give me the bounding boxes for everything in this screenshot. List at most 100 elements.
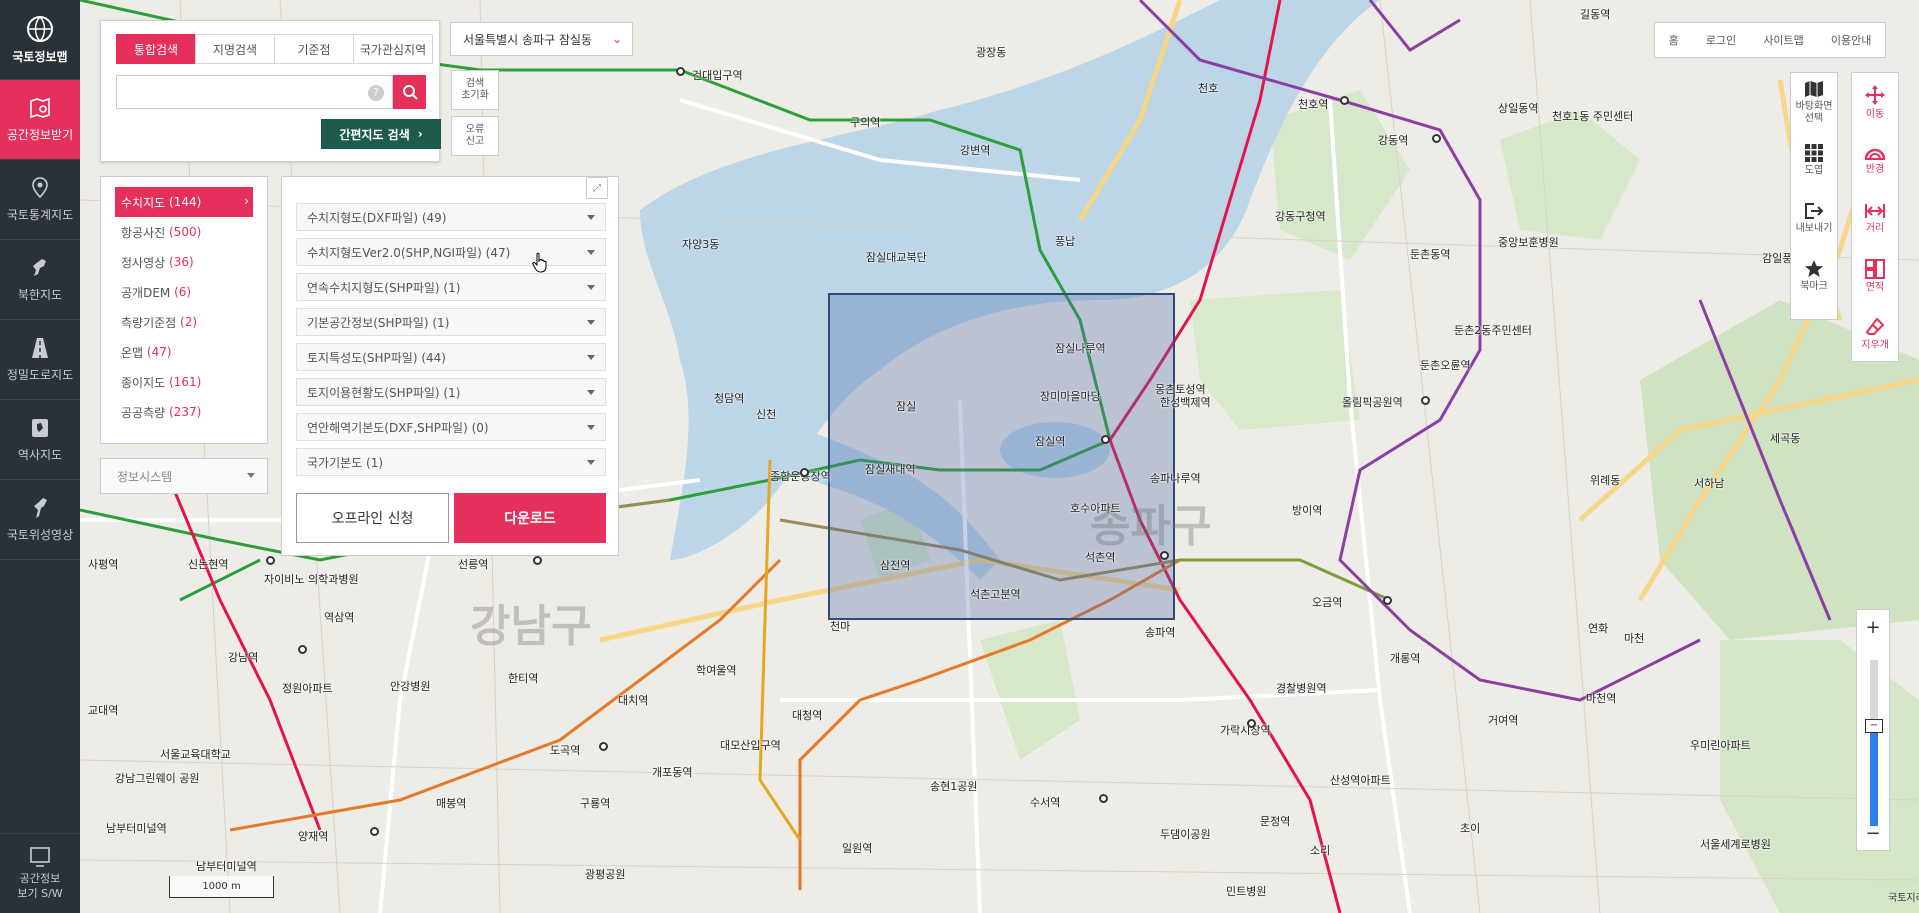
bookmark-button[interactable]: 북마크: [1791, 247, 1837, 305]
nav-item-precise-road-map[interactable]: 정밀도로지도: [0, 320, 80, 400]
file-row[interactable]: 국가기본도 (1): [296, 448, 606, 476]
satellite-icon: [34, 498, 47, 518]
category-item-aerial-photo[interactable]: 항공사진 (500): [115, 217, 253, 247]
tool-label: 지우개: [1861, 339, 1889, 351]
search-input[interactable]: ?: [116, 75, 393, 109]
place-label: 민트병원: [1226, 885, 1267, 898]
category-item-public-dem[interactable]: 공개DEM (6): [115, 277, 253, 307]
area-button[interactable]: 면적: [1852, 247, 1898, 305]
place-label: 장미마을마당: [1040, 390, 1101, 403]
radius-button[interactable]: 반경: [1852, 131, 1898, 189]
move-button[interactable]: 이동: [1852, 73, 1898, 131]
expand-icon[interactable]: ⤢: [586, 177, 608, 199]
tool-label: 이동: [1865, 108, 1885, 120]
region-select[interactable]: 서울특별시 송파구 잠실동 ⌄: [450, 22, 633, 56]
error-report-button[interactable]: 오류 신고: [451, 116, 499, 156]
place-label: 마천: [1624, 632, 1645, 645]
category-item-ortho-image[interactable]: 정사영상 (36): [115, 247, 253, 277]
globe-icon: [27, 16, 53, 42]
place-label: 우미린아파트: [1690, 739, 1751, 752]
category-name: 종이지도: [121, 375, 166, 390]
place-label: 강남그린웨이 공원: [115, 772, 200, 785]
brand-label: 국토정보맵: [12, 50, 68, 64]
file-row[interactable]: 연속수치지형도(SHP파일) (1): [296, 273, 606, 301]
zoom-in-button[interactable]: +: [1857, 610, 1889, 644]
file-row[interactable]: 수치지형도(DXF파일) (49): [296, 203, 606, 231]
nav-item-north-korea-map[interactable]: 북한지도: [0, 240, 80, 320]
category-item-onmap[interactable]: 온맵 (47): [115, 337, 253, 367]
search-reset-label: 검색 초기화: [461, 78, 489, 101]
nav-item-spatial-download[interactable]: 공간정보받기: [0, 80, 80, 160]
search-reset-button[interactable]: 검색 초기화: [451, 70, 499, 110]
tab-reference-point[interactable]: 기준점: [274, 34, 354, 64]
eraser-button[interactable]: 지우개: [1852, 305, 1898, 363]
offline-request-button[interactable]: 오프라인 신청: [296, 493, 449, 543]
file-row[interactable]: 토지특성도(SHP파일) (44): [296, 343, 606, 371]
download-button[interactable]: 다운로드: [454, 493, 606, 543]
top-links: 홈 로그인 사이트맵 이용안내: [1654, 22, 1886, 58]
help-icon[interactable]: ?: [368, 85, 384, 101]
station-label: 개롱역: [1390, 652, 1421, 665]
station-dot: [1247, 719, 1256, 728]
station-label: 석촌고분역: [970, 588, 1021, 601]
tab-placename-search[interactable]: 지명검색: [195, 34, 275, 64]
nav-item-satellite[interactable]: 국토위성영상: [0, 480, 80, 560]
nav-item-spatial-sw[interactable]: 공간정보 보기 S/W: [0, 833, 80, 913]
station-label: 강동역: [1378, 134, 1409, 147]
nav-item-stat-map[interactable]: 국토통계지도: [0, 160, 80, 240]
category-item-public-survey[interactable]: 공공측량 (237): [115, 397, 253, 427]
nav-item-history-map[interactable]: 역사지도: [0, 400, 80, 480]
basemap-select-button[interactable]: 바탕화면 선택: [1791, 73, 1837, 131]
station-dot: [1340, 96, 1349, 105]
nav-item-label: 북한지도: [17, 288, 63, 302]
zoom-slider-handle[interactable]: −: [1865, 719, 1883, 733]
search-button[interactable]: [393, 75, 426, 109]
category-item-paper-map[interactable]: 종이지도 (161): [115, 367, 253, 397]
distance-button[interactable]: 거리: [1852, 189, 1898, 247]
link-sitemap[interactable]: 사이트맵: [1763, 32, 1803, 48]
sheet-index-button[interactable]: 도엽: [1791, 131, 1837, 189]
category-item-survey-point[interactable]: 측량기준점 (2): [115, 307, 253, 337]
place-label: 남부터미널역: [196, 860, 257, 873]
file-row[interactable]: 수치지형도Ver2.0(SHP,NGI파일) (47): [296, 238, 606, 266]
caret-down-icon: [587, 320, 595, 325]
place-label: 천호: [1198, 82, 1219, 95]
export-button[interactable]: 내보내기: [1791, 189, 1837, 247]
link-guide[interactable]: 이용안내: [1831, 32, 1871, 48]
road-icon: [32, 338, 48, 358]
station-label: 대모산입구역: [720, 739, 781, 752]
place-label: 서울세계로병원: [1700, 838, 1771, 851]
place-label: 잠실: [896, 400, 917, 413]
file-row[interactable]: 연안해역기본도(DXF,SHP파일) (0): [296, 413, 606, 441]
place-label: 위례동: [1590, 474, 1621, 487]
tab-integrated-search[interactable]: 통합검색: [116, 34, 196, 64]
file-row[interactable]: 토지이용현황도(SHP파일) (1): [296, 378, 606, 406]
station-dot: [1101, 435, 1110, 444]
tab-national-interest-area[interactable]: 국가관심지역: [353, 34, 433, 64]
station-dot: [1432, 134, 1441, 143]
brand[interactable]: 국토정보맵: [0, 0, 80, 80]
zoom-out-button[interactable]: −: [1857, 816, 1889, 850]
nav-item-label: 정밀도로지도: [6, 368, 74, 382]
district-label: 강남구: [470, 601, 592, 652]
place-label: 송현1공원: [930, 780, 978, 793]
search-icon: [402, 85, 418, 100]
simple-map-search-button[interactable]: 간편지도 검색 ›: [321, 119, 441, 149]
tool-label: 거리: [1865, 222, 1885, 234]
category-item-digital-map[interactable]: 수치지도 (144) ›: [115, 187, 253, 217]
search-panel: 통합검색 지명검색 기준점 국가관심지역 ? 간편지도 검색 ›: [100, 20, 441, 162]
category-name: 온맵: [121, 345, 144, 360]
info-system-select[interactable]: 정보시스템: [100, 458, 268, 494]
link-login[interactable]: 로그인: [1706, 32, 1736, 48]
station-label: 학여울역: [696, 664, 737, 677]
nav-item-label: 국토통계지도: [6, 208, 74, 222]
tool-label: 반경: [1865, 163, 1885, 175]
place-label: 한성백제역: [1160, 396, 1211, 409]
link-home[interactable]: 홈: [1669, 32, 1679, 48]
file-row-label: 수치지형도Ver2.0(SHP,NGI파일) (47): [307, 245, 511, 260]
station-label: 마천역: [1586, 692, 1617, 705]
file-row[interactable]: 기본공간정보(SHP파일) (1): [296, 308, 606, 336]
category-count: (6): [174, 285, 192, 299]
file-row-label: 토지이용현황도(SHP파일) (1): [307, 385, 461, 400]
station-dot: [1160, 551, 1169, 560]
